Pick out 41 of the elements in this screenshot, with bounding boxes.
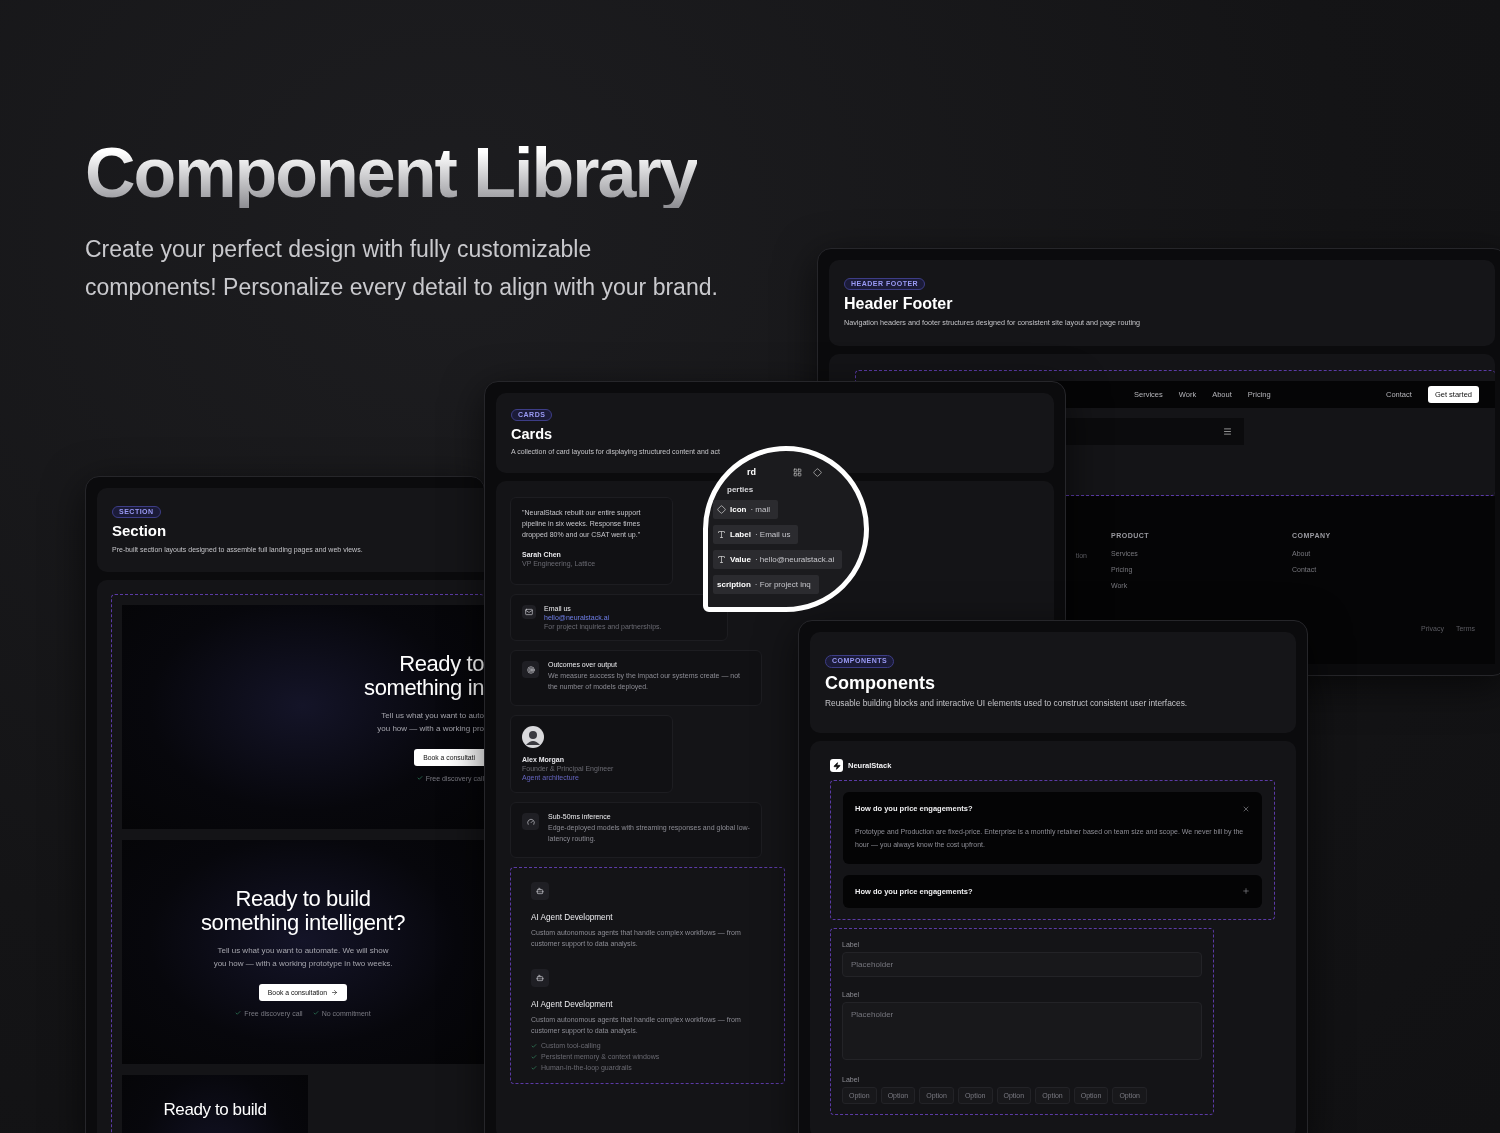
- service-title: AI Agent Development: [531, 913, 614, 922]
- brand-logo-icon: [830, 759, 843, 772]
- property-row[interactable]: scription · For project inq: [713, 575, 819, 594]
- property-row[interactable]: Icon · mail: [713, 500, 778, 519]
- panel-title: Section: [112, 521, 168, 541]
- avatar-icon: [522, 726, 544, 748]
- text-icon: [717, 530, 726, 539]
- service-title: AI Agent Development: [531, 1000, 614, 1009]
- check-icon: [235, 1010, 242, 1017]
- inspector-title: rd: [747, 467, 757, 477]
- panel-title: Cards: [511, 425, 554, 444]
- subtitle-text: components! Personalize every detail to align with your brand.: [85, 273, 718, 302]
- hero-heading: Ready to build: [163, 1101, 267, 1120]
- textarea-field[interactable]: Placeholder: [842, 1001, 1202, 1060]
- hero-text: Tell us what you want to automate. We will show you how — with a working prototype in two weeks.: [213, 944, 393, 971]
- diamond-icon[interactable]: [813, 467, 822, 477]
- text-icon: [717, 555, 726, 564]
- input-field[interactable]: Placeholder: [842, 951, 1202, 977]
- hero-text: Tell us what you want to auto you how — with a working pro: [377, 709, 484, 736]
- grid-icon[interactable]: [793, 467, 802, 477]
- diamond-icon: [717, 505, 726, 514]
- target-icon: [526, 665, 535, 674]
- inspector-section: perties: [713, 483, 864, 494]
- panel-description: Reusable building blocks and interactive UI elements used to construct consistent user interfaces.: [825, 698, 1189, 710]
- check-icon: [416, 775, 423, 782]
- panel-title: Header Footer: [844, 294, 954, 315]
- mail-icon: [525, 608, 533, 616]
- subtitle-text: Create your perfect design with fully customizable: [85, 235, 592, 264]
- arrow-icon: [331, 988, 339, 996]
- hero-heading: Ready to build something intelligent?: [201, 887, 405, 935]
- property-row[interactable]: Label · Email us: [713, 525, 799, 544]
- close-icon: [1242, 804, 1250, 813]
- gauge-icon: [526, 817, 535, 826]
- hero-heading: Ready to something in: [364, 652, 484, 700]
- check-icon: [312, 1010, 319, 1017]
- robot-icon: [536, 887, 544, 895]
- robot-icon: [536, 974, 544, 982]
- property-row[interactable]: Value · hello@neuralstack.ai: [713, 550, 843, 569]
- menu-icon[interactable]: [1223, 427, 1232, 436]
- panel-title: Components: [825, 671, 936, 695]
- plus-icon: [1242, 887, 1250, 896]
